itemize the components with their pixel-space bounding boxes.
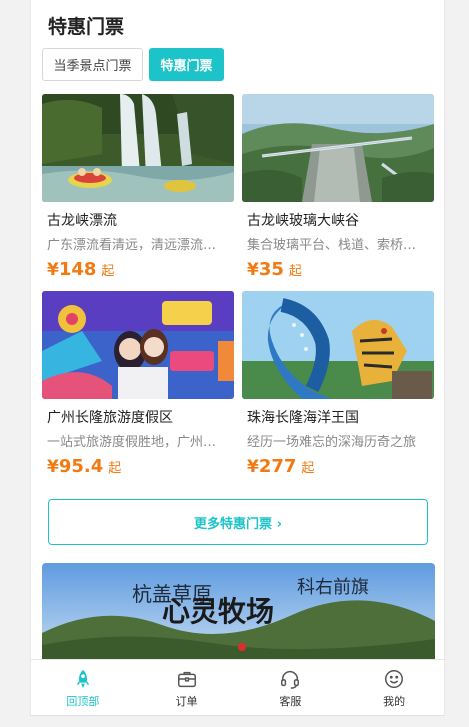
tabbar-label: 我的 [383,694,406,708]
ticket-image-glass-canyon[interactable] [242,94,434,202]
ticket-price: ¥ 95.4 起 [42,456,234,477]
ticket-name: 广州长隆旅游度假区 [47,410,173,426]
price-symbol: ¥ [47,260,59,280]
bottom-tabbar: 回顶部 订单 客服 我的 [31,659,444,715]
ticket-card[interactable]: 古龙峡玻璃大峡谷 集合玻璃平台、栈道、索桥于一体 ¥ 35 起 [242,94,434,283]
tabbar-label: 客服 [279,694,302,708]
banner-text-main: 心灵牧场 [162,595,274,628]
promo-banner[interactable]: 杭盖草原 心灵牧场 科右前旗 [42,563,435,663]
ticket-image-rafting[interactable] [42,94,234,202]
ticket-desc: 集合玻璃平台、栈道、索桥于一体 [247,238,422,253]
price-suffix: 起 [101,264,115,279]
price-suffix: 起 [288,264,302,279]
ticket-page: 特惠门票 当季景点门票 特惠门票 古龙峡漂流 广东漂流看清远，清远漂流看 ¥ 1… [30,0,445,716]
ticket-card[interactable]: 古龙峡漂流 广东漂流看清远，清远漂流看古龙 ¥ 148 起 [42,94,234,283]
ticket-card[interactable]: 广州长隆旅游度假区 一站式旅游度假胜地，广州必游 ¥ 95.4 起 [42,291,234,480]
section-title: 特惠门票 [48,16,125,38]
tabbar-mine[interactable]: 我的 [342,660,444,715]
ticket-name: 古龙峡玻璃大峡谷 [247,213,359,229]
ticket-desc: 一站式旅游度假胜地，广州必游 [47,435,222,450]
price-symbol: ¥ [247,260,259,280]
tabbar-customer-service[interactable]: 客服 [239,660,343,715]
ticket-image-chimelong-resort[interactable] [42,291,234,399]
ticket-grid: 古龙峡漂流 广东漂流看清远，清远漂流看古龙 ¥ 148 起 [42,94,435,480]
ticket-price: ¥ 35 起 [242,259,434,280]
tabbar-label: 回顶部 [66,694,100,708]
ticket-name: 古龙峡漂流 [47,213,117,229]
price-symbol: ¥ [47,457,59,477]
ticket-price: ¥ 148 起 [42,259,234,280]
tab-seasonal-tickets[interactable]: 当季景点门票 [42,48,143,81]
ticket-desc: 广东漂流看清远，清远漂流看古龙 [47,238,222,253]
price-value: 35 [258,259,284,280]
price-value: 277 [258,456,297,477]
more-special-tickets-button[interactable]: 更多特惠门票 › [48,499,428,545]
tabbar-orders[interactable]: 订单 [135,660,239,715]
ticket-name: 珠海长隆海洋王国 [247,410,359,426]
smile-icon [385,669,404,688]
rocket-icon [76,669,90,688]
briefcase-icon [177,671,196,687]
ticket-desc: 经历一场难忘的深海历奇之旅 [247,435,417,450]
price-suffix: 起 [108,461,122,476]
tabbar-back-to-top[interactable]: 回顶部 [31,660,135,715]
tab-special-tickets[interactable]: 特惠门票 [149,48,224,81]
price-symbol: ¥ [247,457,259,477]
banner-text-right: 科右前旗 [297,577,369,598]
ticket-card[interactable]: 珠海长隆海洋王国 经历一场难忘的深海历奇之旅 ¥ 277 起 [242,291,434,480]
price-value: 95.4 [58,456,104,477]
price-value: 148 [58,259,97,280]
headset-icon [281,670,300,689]
ticket-price: ¥ 277 起 [242,456,434,477]
ticket-image-ocean-kingdom[interactable] [242,291,434,399]
tabbar-label: 订单 [175,694,198,708]
price-suffix: 起 [301,461,315,476]
ticket-tabs: 当季景点门票 特惠门票 [42,48,224,81]
